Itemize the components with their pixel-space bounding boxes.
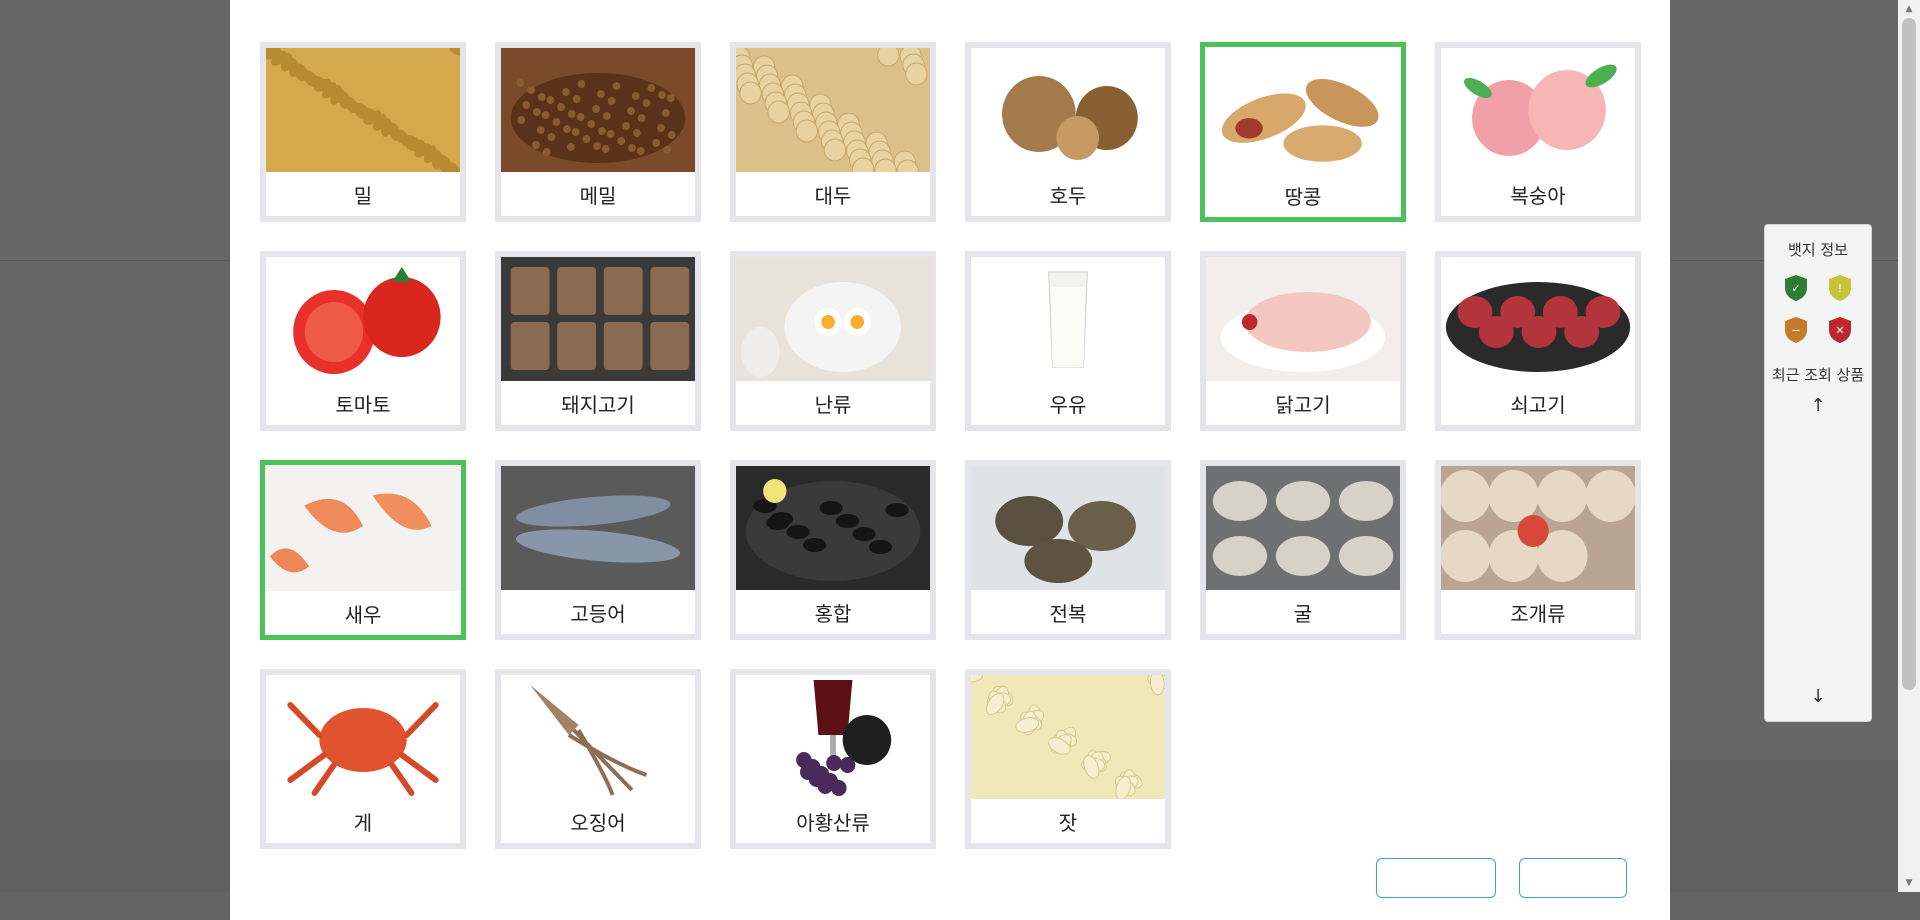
recent-scroll-down-icon[interactable]: ↓ [1765,686,1871,707]
page-scrollbar[interactable]: ▲ ▼ [1898,0,1920,892]
recent-scroll-up-icon[interactable]: ↑ [1765,395,1871,416]
allergen-label: 호두 [1049,183,1087,208]
allergen-label: 굴 [1293,601,1313,626]
allergen-label: 난류 [814,392,852,417]
allergen-image [265,465,461,591]
allergen-card[interactable]: 호두 [965,42,1171,222]
allergen-card[interactable]: 땅콩 [1200,42,1406,222]
modal-secondary-button[interactable] [1376,858,1496,898]
allergen-image [971,675,1165,799]
allergen-image [971,257,1165,381]
allergen-card[interactable]: 메밀 [495,42,701,222]
allergen-card[interactable]: 조개류 [1435,460,1641,640]
recent-products-title: 최근 조회 상품 [1771,366,1865,384]
allergen-image [971,466,1165,590]
allergen-image [736,257,930,381]
allergen-image [736,466,930,590]
scroll-down-arrow-icon[interactable]: ▼ [1898,878,1920,888]
allergen-image [1206,466,1400,590]
svg-text:✕: ✕ [1835,324,1844,337]
allergen-label: 토마토 [335,392,391,417]
svg-text:!: ! [1838,282,1842,295]
allergen-label: 땅콩 [1284,184,1322,209]
yellow-shield-icon: ! [1828,274,1852,302]
allergen-label: 새우 [344,602,382,627]
badge-info-title: 뱃지 정보 [1788,241,1848,259]
allergen-image [1441,257,1635,381]
allergen-card[interactable]: 난류 [730,251,936,431]
allergen-image [501,48,695,172]
badge-legend: ✓! − ✕ [1765,274,1871,344]
allergen-card[interactable]: 복숭아 [1435,42,1641,222]
allergen-label: 우유 [1049,392,1087,417]
allergen-card[interactable]: 쇠고기 [1435,251,1641,431]
allergen-card[interactable]: 홍합 [730,460,936,640]
allergen-label: 아황산류 [796,810,870,835]
allergen-card[interactable]: 새우 [260,460,466,640]
allergen-image [1206,257,1400,381]
allergen-card[interactable]: 밀 [260,42,466,222]
allergen-image [501,675,695,799]
allergen-image [501,257,695,381]
scrollbar-thumb[interactable] [1902,18,1916,690]
modal-primary-button[interactable] [1519,858,1627,898]
svg-text:−: − [1791,324,1800,337]
allergen-card[interactable]: 잣 [965,669,1171,849]
allergen-label: 돼지고기 [561,392,635,417]
allergen-card[interactable]: 굴 [1200,460,1406,640]
allergen-card[interactable]: 대두 [730,42,936,222]
allergen-card[interactable]: 게 [260,669,466,849]
allergen-image [501,466,695,590]
allergen-image [266,257,460,381]
allergen-label: 홍합 [814,601,852,626]
allergen-image [736,675,930,799]
allergy-select-modal: 밀 메밀 대두 호두 땅콩 복숭아토마토 돼지고기 난류 우유 닭고기 쇠고기새우 고등어 홍합 전복 굴 조… [230,0,1670,920]
orange-shield-icon: − [1784,316,1808,344]
allergen-card[interactable]: 오징어 [495,669,701,849]
allergen-label: 쇠고기 [1510,392,1566,417]
allergen-card[interactable]: 전복 [965,460,1171,640]
allergen-label: 오징어 [570,810,626,835]
svg-text:✓: ✓ [1791,282,1800,295]
allergen-image [1205,47,1401,173]
allergen-label: 잣 [1058,810,1078,835]
allergen-card[interactable]: 아황산류 [730,669,936,849]
allergen-label: 전복 [1049,601,1087,626]
allergen-label: 메밀 [579,183,617,208]
scroll-up-arrow-icon[interactable]: ▲ [1898,4,1920,14]
allergen-grid: 밀 메밀 대두 호두 땅콩 복숭아토마토 돼지고기 난류 우유 닭고기 쇠고기새우 고등어 홍합 전복 굴 조… [260,42,1641,849]
allergen-image [1441,466,1635,590]
allergen-label: 대두 [814,183,852,208]
allergen-card[interactable]: 우유 [965,251,1171,431]
allergen-card[interactable]: 돼지고기 [495,251,701,431]
green-shield-icon: ✓ [1784,274,1808,302]
allergen-image [736,48,930,172]
allergen-image [1441,48,1635,172]
allergen-label: 복숭아 [1510,183,1566,208]
allergen-image [266,675,460,799]
allergen-label: 조개류 [1510,601,1566,626]
allergen-image [266,48,460,172]
allergen-label: 닭고기 [1275,392,1331,417]
allergen-card[interactable]: 토마토 [260,251,466,431]
allergen-label: 게 [353,810,373,835]
allergen-label: 고등어 [570,601,626,626]
red-shield-icon: ✕ [1828,316,1852,344]
allergen-card[interactable]: 고등어 [495,460,701,640]
allergen-image [971,48,1165,172]
allergen-label: 밀 [353,183,373,208]
badge-info-panel: 뱃지 정보 ✓! − ✕ 최근 조회 상품 ↑ ↓ [1764,224,1872,722]
allergen-card[interactable]: 닭고기 [1200,251,1406,431]
